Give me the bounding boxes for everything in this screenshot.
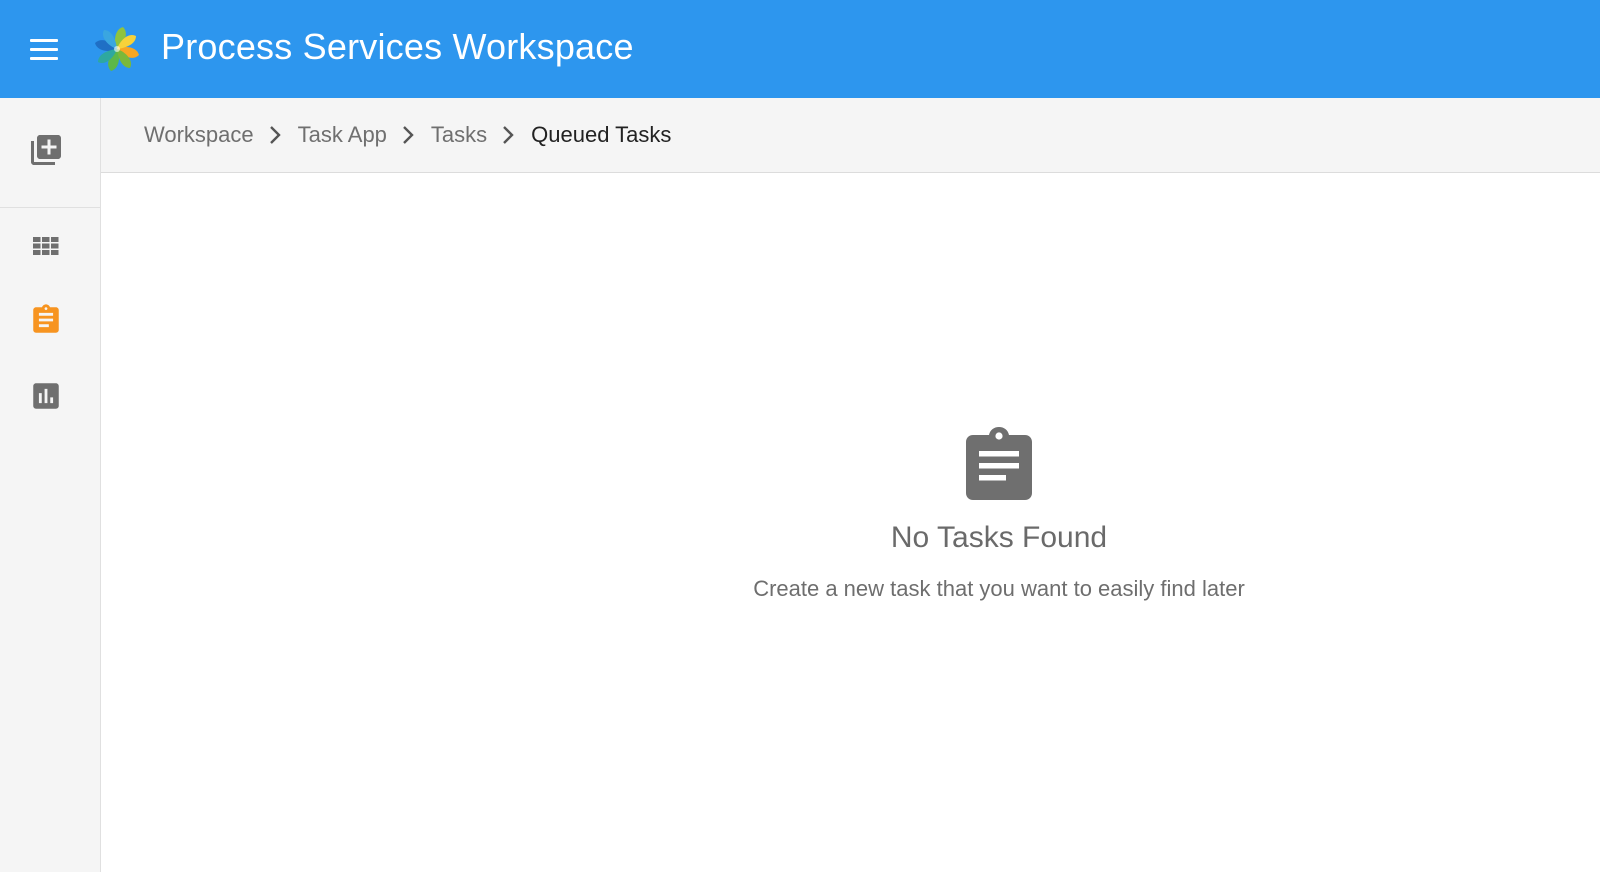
app-header: Process Services Workspace (0, 0, 1600, 98)
breadcrumb-workspace[interactable]: Workspace (144, 122, 254, 148)
empty-state: No Tasks Found Create a new task that yo… (101, 173, 1600, 872)
empty-state-subtitle: Create a new task that you want to easil… (753, 576, 1245, 601)
app-logo (95, 27, 139, 71)
breadcrumb-current: Queued Tasks (531, 122, 672, 147)
create-icon[interactable] (26, 130, 66, 170)
breadcrumb-task-app[interactable]: Task App (298, 122, 387, 148)
breadcrumb: Workspace Task App Tasks Queued Tasks (101, 98, 1600, 173)
apps-grid-icon[interactable] (26, 226, 66, 266)
reports-chart-icon[interactable] (26, 376, 66, 416)
app-title: Process Services Workspace (161, 26, 634, 67)
empty-state-title: No Tasks Found (890, 521, 1108, 554)
chevron-right-icon (402, 125, 416, 145)
chevron-right-icon (502, 125, 516, 145)
breadcrumb-tasks[interactable]: Tasks (431, 122, 487, 148)
chevron-right-icon (269, 125, 283, 145)
tasks-clipboard-icon[interactable] (26, 300, 66, 340)
assignment-clipboard-icon (966, 427, 1032, 500)
sidebar (0, 98, 101, 872)
hamburger-menu-icon[interactable] (30, 34, 66, 64)
